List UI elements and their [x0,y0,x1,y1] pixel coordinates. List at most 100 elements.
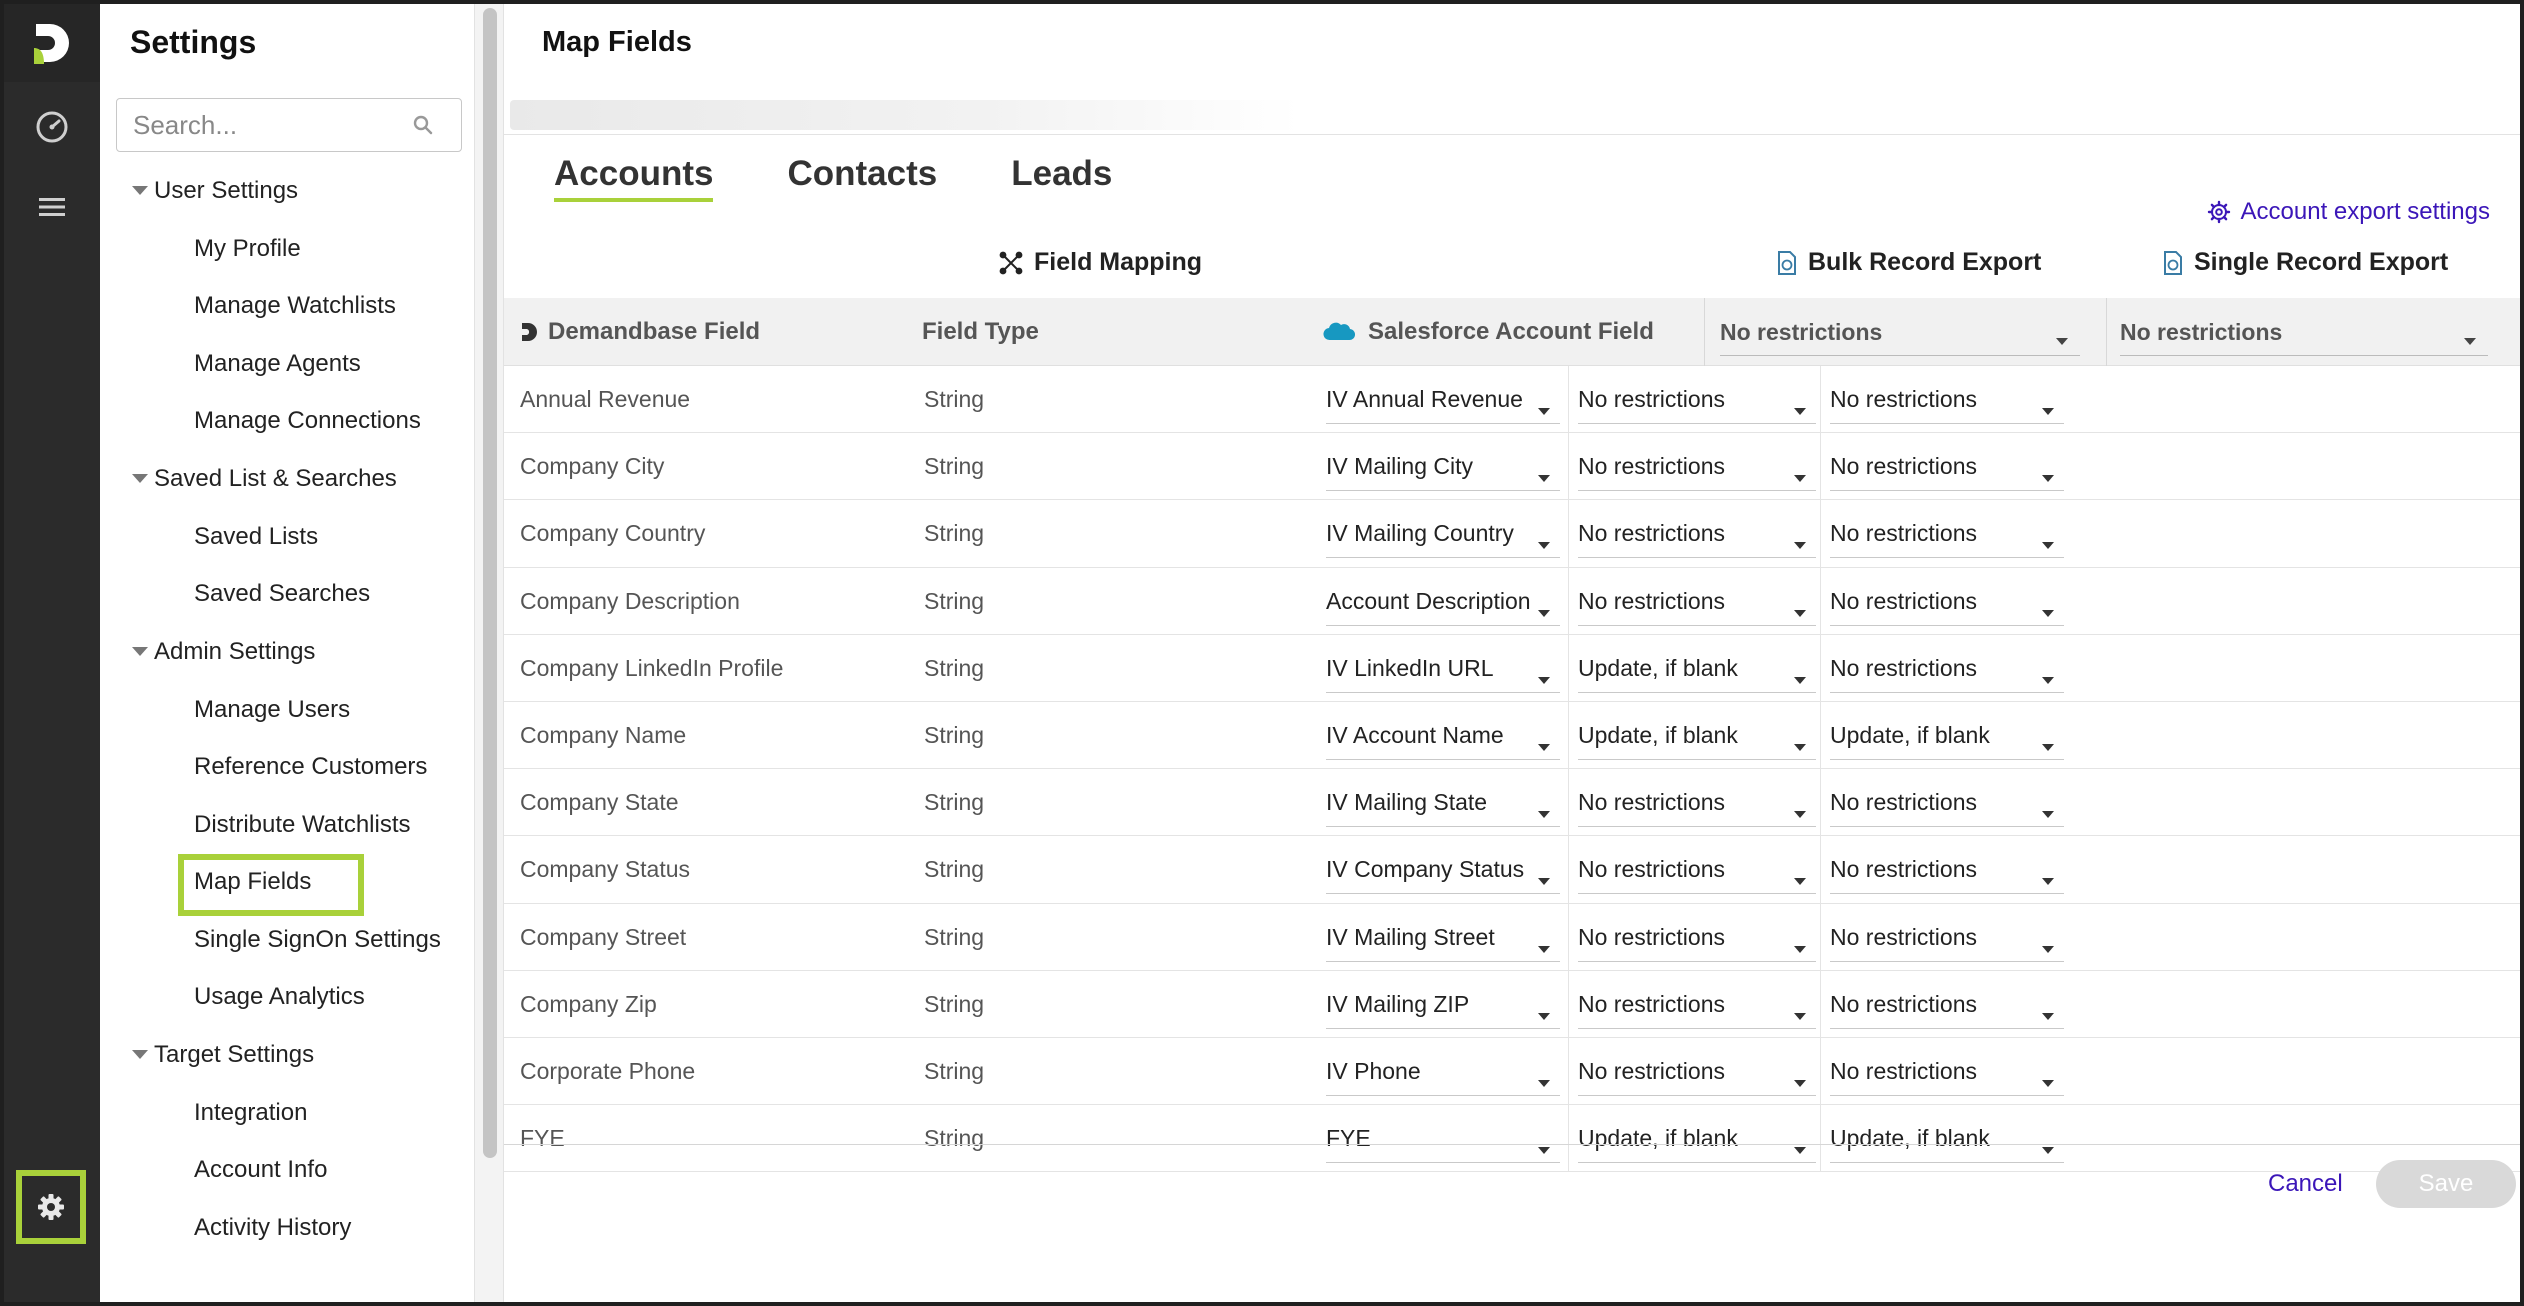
dashboard-icon[interactable] [28,103,76,151]
salesforce-field-select[interactable]: Account Description [1326,578,1560,626]
salesforce-field-select[interactable]: IV Phone [1326,1048,1560,1096]
field-type-value: String [924,789,985,816]
select-value: No restrictions [1830,1057,1977,1084]
single-export-select[interactable]: No restrictions [1830,914,2064,962]
nav-group-saved-lists[interactable]: Saved List & Searches [100,450,474,508]
demandbase-field-name: Company Description [520,587,740,614]
single-export-select[interactable]: Update, if blank [1830,712,2064,760]
settings-gear-button[interactable] [16,1170,86,1244]
single-export-select[interactable]: No restrictions [1830,578,2064,626]
nav-item-label: Saved Searches [194,580,371,608]
field-mapping-icon [999,251,1023,274]
single-export-select[interactable]: Update, if blank [1830,1115,2064,1164]
demandbase-field-name: Company Street [520,923,687,950]
nav-item-my-profile[interactable]: My Profile [100,220,474,278]
nav-item-manage-connections[interactable]: Manage Connections [100,393,474,451]
salesforce-field-select[interactable]: IV LinkedIn URL [1326,645,1560,693]
salesforce-field-select[interactable]: IV Mailing Street [1326,914,1560,962]
table-header: Demandbase Field Field Type Salesforce A… [504,298,2520,366]
bulk-export-select[interactable]: No restrictions [1578,846,1816,895]
search-input[interactable] [133,109,413,141]
scrollbar-thumb[interactable] [483,8,497,1158]
single-export-select[interactable]: No restrictions [1830,779,2064,828]
tab-accounts[interactable]: Accounts [554,154,714,202]
column-divider [1568,701,1569,769]
nav-item-activity-history[interactable]: Activity History [100,1199,474,1257]
nav-item-manage-watchlists[interactable]: Manage Watchlists [100,278,474,336]
nav-item-single-signon[interactable]: Single SignOn Settings [100,911,474,969]
chevron-down-icon [2042,609,2054,617]
column-divider [1820,634,1821,702]
select-value: IV Annual Revenue [1326,386,1523,412]
chevron-down-icon [2042,945,2054,953]
nav-item-distribute-watchlists[interactable]: Distribute Watchlists [100,796,474,854]
save-button[interactable]: Save [2376,1160,2516,1208]
single-export-select[interactable]: No restrictions [1830,846,2064,895]
nav-group-target-settings[interactable]: Target Settings [100,1026,474,1084]
bulk-export-select[interactable]: No restrictions [1578,981,1816,1029]
table-row: Company Status String IV Company Status No … [504,836,2520,904]
select-value: IV Mailing ZIP [1326,990,1470,1017]
select-value: Update, if blank [1578,654,1738,681]
single-export-select[interactable]: No restrictions [1830,510,2064,559]
nav-item-manage-users[interactable]: Manage Users [100,681,474,739]
bulk-export-select[interactable]: No restrictions [1578,1048,1816,1096]
nav-group-label: Saved List & Searches [154,465,397,492]
menu-icon[interactable] [28,183,76,231]
chevron-down-icon [1538,945,1550,953]
chevron-down-icon [2042,542,2054,550]
bulk-export-select[interactable]: No restrictions [1578,779,1816,828]
single-export-select[interactable]: No restrictions [1830,376,2064,424]
salesforce-field-select[interactable]: IV Mailing State [1326,779,1560,828]
field-type-value: String [924,1125,985,1152]
nav-item-usage-analytics[interactable]: Usage Analytics [100,969,474,1027]
salesforce-field-select[interactable]: IV Mailing Country [1326,510,1560,559]
nav-item-saved-lists[interactable]: Saved Lists [100,508,474,566]
salesforce-field-select[interactable]: IV Company Status [1326,846,1560,895]
salesforce-field-select[interactable]: IV Account Name [1326,712,1560,760]
table-row: Company Name String IV Account Name Update,… [504,701,2520,770]
salesforce-field-select[interactable]: IV Mailing City [1326,443,1560,492]
tab-leads[interactable]: Leads [1011,154,1112,202]
single-export-select[interactable]: No restrictions [1830,645,2064,693]
salesforce-field-select[interactable]: IV Mailing ZIP [1326,981,1560,1029]
bulk-export-select[interactable]: No restrictions [1578,376,1816,424]
select-value: No restrictions [1578,520,1725,547]
bulk-export-select[interactable]: Update, if blank [1578,1115,1816,1164]
bulk-export-bulk-select[interactable]: No restrictions [1720,310,2080,356]
bulk-export-select[interactable]: No restrictions [1578,578,1816,626]
column-divider [1820,500,1821,568]
single-export-select[interactable]: No restrictions [1830,443,2064,492]
select-value: Update, if blank [1830,721,1990,748]
demandbase-logo[interactable] [4,4,100,82]
account-export-settings-link[interactable]: Account export settings [2207,198,2490,226]
nav-item-saved-searches[interactable]: Saved Searches [100,566,474,624]
nav-group-admin-settings[interactable]: Admin Settings [100,623,474,681]
bulk-export-heading: Bulk Record Export [1776,248,2041,277]
chevron-down-icon [2042,676,2054,684]
bulk-export-select[interactable]: No restrictions [1578,914,1816,962]
nav-group-user-settings[interactable]: User Settings [100,162,474,220]
bulk-export-select[interactable]: No restrictions [1578,443,1816,492]
sidebar-scrollbar[interactable] [474,4,504,1302]
tab-contacts[interactable]: Contacts [787,154,937,202]
nav-item-manage-agents[interactable]: Manage Agents [100,335,474,393]
bulk-export-select[interactable]: Update, if blank [1578,645,1816,693]
nav-item-map-fields[interactable]: Map Fields [100,853,474,916]
bulk-export-select[interactable]: Update, if blank [1578,712,1816,760]
single-export-select[interactable]: No restrictions [1830,1048,2064,1096]
nav-item-account-info[interactable]: Account Info [100,1142,474,1200]
salesforce-field-select[interactable]: IV Annual Revenue [1326,376,1560,424]
salesforce-field-select[interactable]: FYE [1326,1115,1560,1164]
nav-item-integration[interactable]: Integration [100,1084,474,1142]
select-value: IV Account Name [1326,721,1504,748]
chevron-down-icon [1538,408,1550,415]
demandbase-field-name: Company State [520,789,679,816]
nav-item-reference-customers[interactable]: Reference Customers [100,739,474,797]
single-export-bulk-select[interactable]: No restrictions [2120,310,2488,356]
col-field-type: Field Type [922,298,1039,366]
cancel-button[interactable]: Cancel [2268,1160,2343,1208]
single-export-select[interactable]: No restrictions [1830,981,2064,1029]
bulk-export-select[interactable]: No restrictions [1578,510,1816,559]
select-value: No restrictions [1830,386,1977,412]
